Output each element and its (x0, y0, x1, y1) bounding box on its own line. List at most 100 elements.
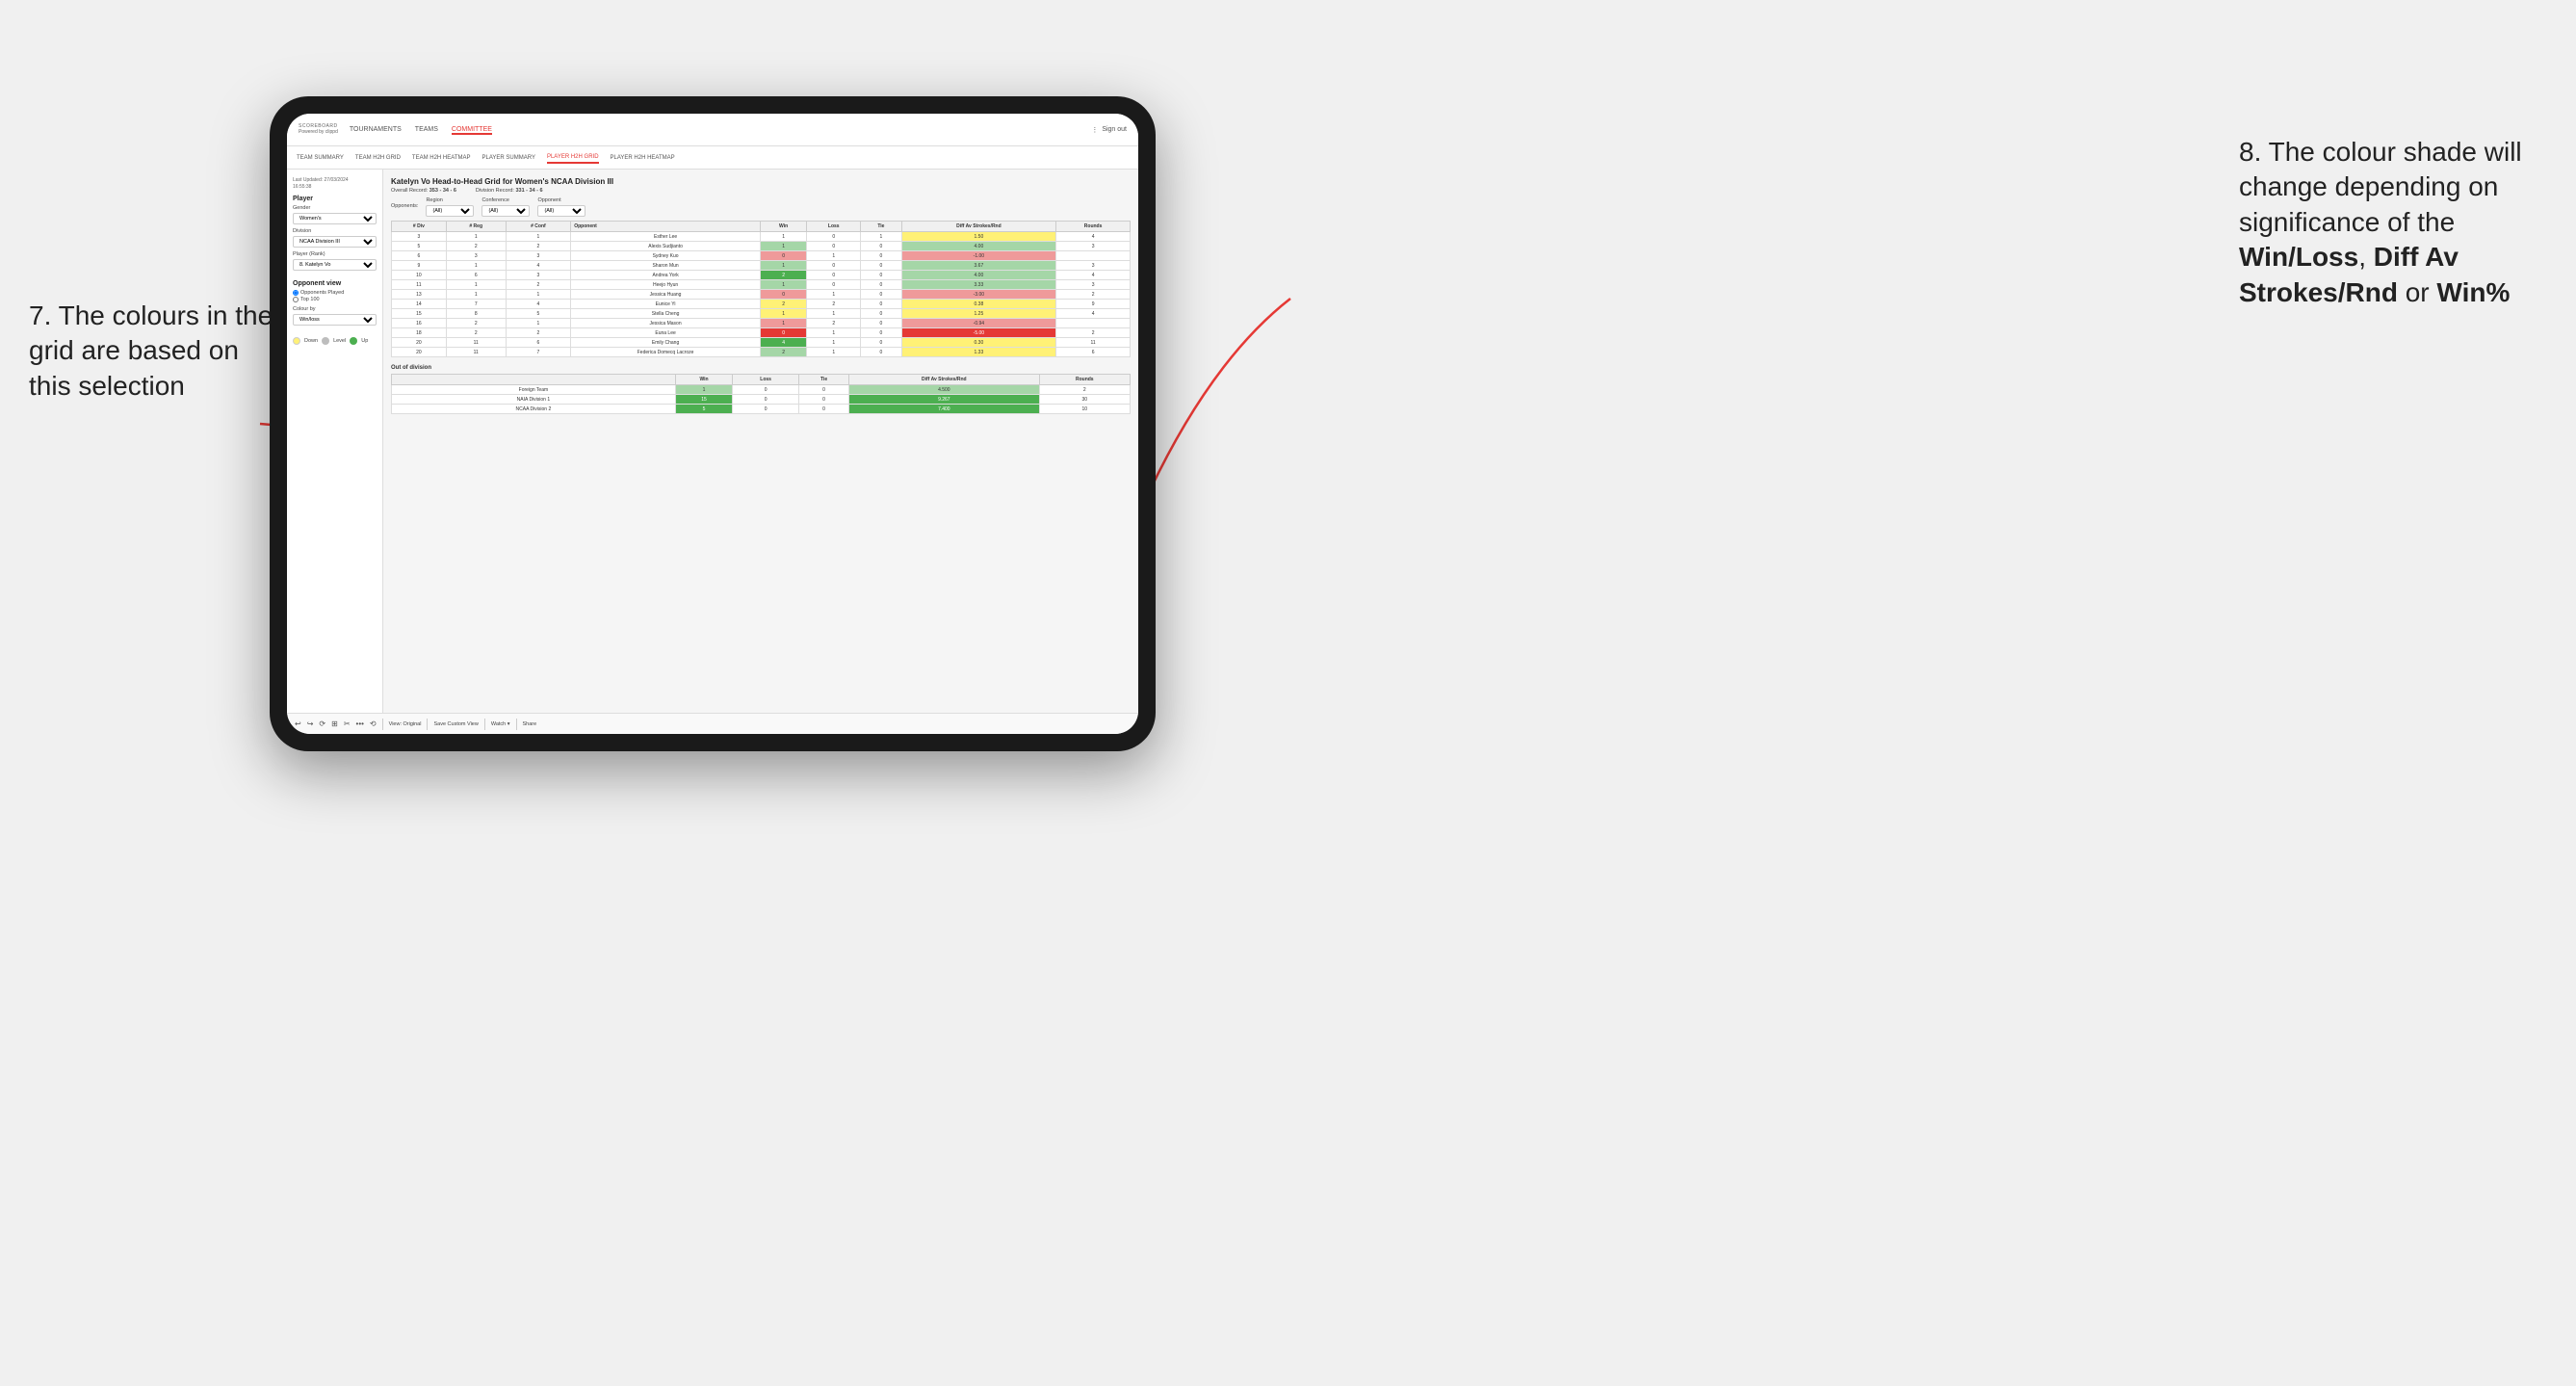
cell-rounds: 3 (1056, 280, 1131, 290)
cell-tie: 0 (861, 271, 901, 280)
radio-opponents-played[interactable]: Opponents Played (293, 290, 377, 296)
nav-logo: SCOREBOARD Powered by clippd (299, 124, 338, 135)
left-annotation: 7. The colours in the grid are based on … (29, 299, 279, 404)
cell-reg: 1 (446, 232, 506, 242)
player-rank-select[interactable]: 8. Katelyn Vo (293, 259, 377, 271)
toolbar-sep1 (382, 719, 383, 730)
cell-loss: 0 (807, 280, 861, 290)
subnav-player-h2h-grid[interactable]: PLAYER H2H GRID (547, 152, 599, 164)
cell-reg: 3 (446, 251, 506, 261)
cell-tie: 0 (861, 261, 901, 271)
cell-win: 1 (760, 309, 806, 319)
ood-cell-win: 1 (675, 385, 732, 395)
ood-table-row: Foreign Team 1 0 0 4.500 2 (392, 385, 1131, 395)
region-select[interactable]: (All) (426, 205, 474, 217)
cut-icon[interactable]: ✂ (344, 719, 351, 728)
ood-cell-loss: 0 (733, 385, 799, 395)
cell-loss: 1 (807, 348, 861, 357)
nav-tournaments[interactable]: TOURNAMENTS (350, 124, 402, 135)
ood-cell-tie: 0 (799, 385, 849, 395)
table-row: 20 11 7 Federica Domecq Lacroze 2 1 0 1.… (392, 348, 1131, 357)
cell-div: 18 (392, 328, 447, 338)
last-updated-time: 16:55:38 (293, 184, 311, 190)
share-btn[interactable]: Share (523, 721, 537, 727)
ood-table-row: NAIA Division 1 15 0 0 9.267 30 (392, 395, 1131, 405)
cell-loss: 1 (807, 290, 861, 300)
nav-sign-out[interactable]: Sign out (1102, 126, 1127, 133)
toolbar-sep3 (484, 719, 485, 730)
cell-tie: 0 (861, 242, 901, 251)
nav-links: TOURNAMENTS TEAMS COMMITTEE (350, 124, 1091, 135)
ood-header-row: Win Loss Tie Diff Av Strokes/Rnd Rounds (392, 375, 1131, 385)
cell-div: 14 (392, 300, 447, 309)
cell-reg: 6 (446, 271, 506, 280)
refresh-icon[interactable]: ⟳ (319, 719, 325, 728)
save-custom-btn[interactable]: Save Custom View (433, 721, 478, 727)
opponent-filter: Opponent (All) (537, 197, 585, 217)
cell-opponent: Jessica Mason (571, 319, 761, 328)
cell-opponent: Sharon Mun (571, 261, 761, 271)
cell-opponent: Eunice Yi (571, 300, 761, 309)
table-row: 5 2 2 Alexis Sudjianto 1 0 0 4.00 3 (392, 242, 1131, 251)
cell-rounds: 4 (1056, 232, 1131, 242)
time-icon[interactable]: ⟲ (370, 719, 377, 728)
division-select[interactable]: NCAA Division III (293, 236, 377, 248)
watch-btn[interactable]: Watch ▾ (491, 721, 510, 727)
cell-div: 20 (392, 348, 447, 357)
cell-reg: 1 (446, 290, 506, 300)
opponent-view-label: Opponent view (293, 280, 377, 287)
conference-select[interactable]: (All) (481, 205, 530, 217)
cell-diff: -0.94 (901, 319, 1056, 328)
colour-section: Colour by Win/loss (293, 306, 377, 329)
ood-cell-rounds: 2 (1039, 385, 1130, 395)
cell-loss: 2 (807, 319, 861, 328)
toolbar: ↩ ↪ ⟳ ⊞ ✂ ••• ⟲ View: Original Save Cust… (287, 713, 1138, 734)
grid-header: Katelyn Vo Head-to-Head Grid for Women's… (391, 177, 1131, 194)
undo-icon[interactable]: ↩ (295, 719, 301, 728)
conference-label: Conference (481, 197, 530, 203)
subnav-team-h2h-grid[interactable]: TEAM H2H GRID (355, 153, 401, 163)
cell-opponent: Alexis Sudjianto (571, 242, 761, 251)
redo-icon[interactable]: ↪ (307, 719, 314, 728)
ood-col-win: Win (675, 375, 732, 385)
gender-select[interactable]: Women's (293, 213, 377, 224)
subnav-player-summary[interactable]: PLAYER SUMMARY (481, 153, 534, 163)
colour-by-select[interactable]: Win/loss (293, 314, 377, 326)
sub-nav: TEAM SUMMARY TEAM H2H GRID TEAM H2H HEAT… (287, 146, 1138, 170)
cell-loss: 2 (807, 300, 861, 309)
conference-filter: Conference (All) (481, 197, 530, 217)
ood-cell-opponent: Foreign Team (392, 385, 676, 395)
radio-top100[interactable]: Top 100 (293, 297, 377, 302)
cell-opponent: Sydney Kuo (571, 251, 761, 261)
cell-reg: 11 (446, 338, 506, 348)
player-section-title: Player (293, 196, 377, 202)
ood-cell-diff: 4.500 (849, 385, 1039, 395)
ood-table-row: NCAA Division 2 5 0 0 7.400 10 (392, 405, 1131, 414)
nav-more-icon[interactable]: ⋮ (1091, 126, 1098, 134)
col-reg: # Reg (446, 222, 506, 232)
overall-label: Overall Record: (391, 188, 428, 194)
cell-reg: 2 (446, 328, 506, 338)
cell-div: 20 (392, 338, 447, 348)
subnav-player-h2h-heatmap[interactable]: PLAYER H2H HEATMAP (611, 153, 675, 163)
table-row: 18 2 2 Euna Lee 0 1 0 -5.00 2 (392, 328, 1131, 338)
nav-teams[interactable]: TEAMS (415, 124, 438, 135)
table-row: 9 1 4 Sharon Mun 1 0 0 3.67 3 (392, 261, 1131, 271)
nav-committee[interactable]: COMMITTEE (452, 124, 492, 135)
subnav-team-summary[interactable]: TEAM SUMMARY (297, 153, 344, 163)
legend-down-dot (293, 337, 300, 345)
opponent-select[interactable]: (All) (537, 205, 585, 217)
grid-icon[interactable]: ⊞ (331, 719, 338, 728)
cell-conf: 7 (506, 348, 571, 357)
division-label: Division (293, 228, 377, 234)
top100-label: Top 100 (300, 297, 320, 302)
cell-conf: 3 (506, 271, 571, 280)
last-updated-label: Last Updated: 27/03/2024 (293, 177, 349, 183)
view-original-btn[interactable]: View: Original (389, 721, 422, 727)
subnav-team-h2h-heatmap[interactable]: TEAM H2H HEATMAP (412, 153, 471, 163)
cell-conf: 3 (506, 251, 571, 261)
right-bold3: Win% (2436, 277, 2510, 307)
cell-win: 1 (760, 261, 806, 271)
more-icon[interactable]: ••• (356, 719, 364, 728)
ood-cell-loss: 0 (733, 405, 799, 414)
